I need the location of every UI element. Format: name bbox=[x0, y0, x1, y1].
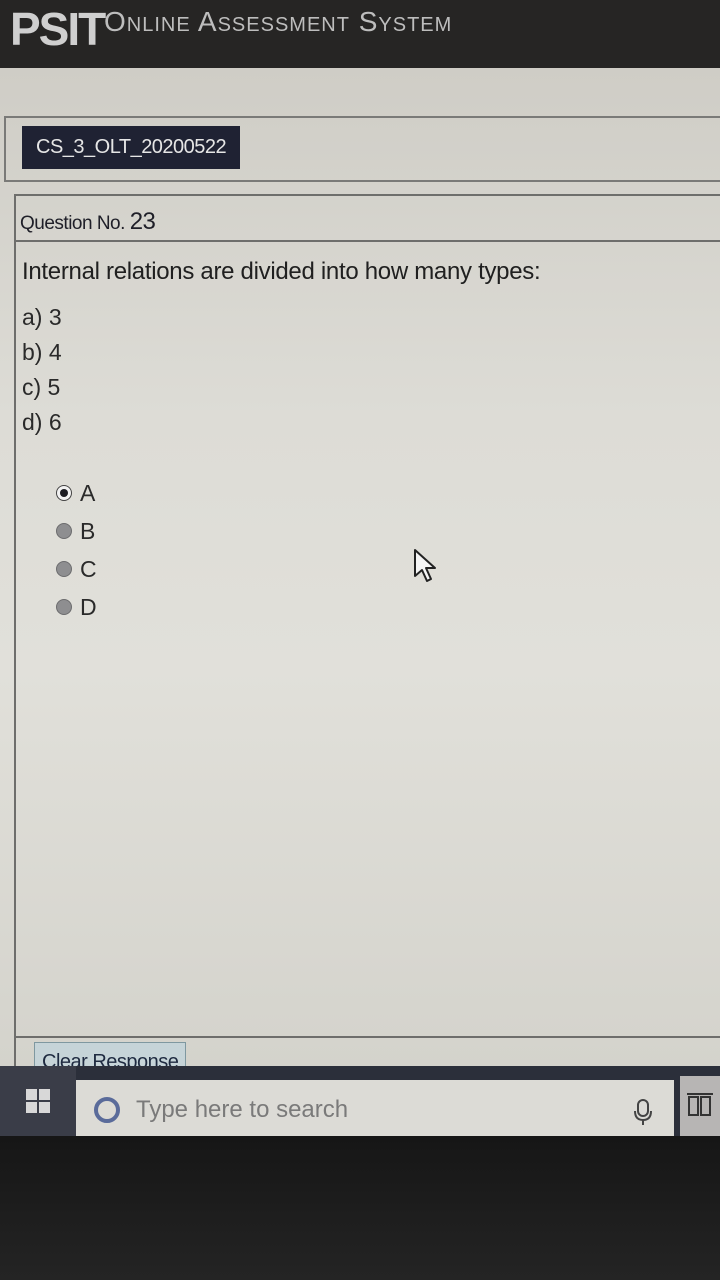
question-panel: Question No. 23 Internal relations are d… bbox=[14, 194, 720, 1038]
option-a[interactable]: A bbox=[56, 474, 97, 512]
microphone-icon[interactable] bbox=[632, 1098, 654, 1126]
question-number-label: Question No. bbox=[20, 213, 125, 234]
answer-options: A B C D bbox=[56, 474, 97, 626]
option-c-label: C bbox=[80, 555, 97, 582]
choice-list: a) 3 b) 4 c) 5 d) 6 bbox=[22, 300, 62, 440]
task-view-icon bbox=[687, 1093, 713, 1116]
windows-logo-icon bbox=[26, 1089, 50, 1113]
app-header: PSIT Online Assessment System bbox=[0, 0, 720, 68]
test-id-badge: CS_3_OLT_20200522 bbox=[22, 126, 241, 169]
taskbar: Type here to search bbox=[0, 1066, 720, 1140]
test-info-bar: CS_3_OLT_20200522 bbox=[4, 116, 720, 182]
radio-d[interactable] bbox=[56, 599, 72, 615]
start-button[interactable] bbox=[0, 1066, 76, 1136]
question-number-row: Question No. 23 bbox=[16, 196, 720, 242]
option-b-label: B bbox=[80, 517, 96, 544]
assessment-page: CS_3_OLT_20200522 Question No. 23 Intern… bbox=[0, 68, 720, 1112]
question-number: Question No. 23 bbox=[20, 208, 156, 236]
task-view-button[interactable] bbox=[680, 1076, 720, 1136]
option-b[interactable]: B bbox=[56, 512, 97, 550]
question-number-value: 23 bbox=[129, 208, 156, 235]
radio-b[interactable] bbox=[56, 523, 72, 539]
question-text: Internal relations are divided into how … bbox=[22, 258, 541, 285]
search-circle-icon bbox=[94, 1097, 120, 1123]
option-a-label: A bbox=[80, 479, 96, 506]
choice-d: d) 6 bbox=[22, 409, 62, 435]
mouse-cursor-icon bbox=[414, 549, 436, 582]
system-title: Online Assessment System bbox=[104, 6, 453, 37]
screen: PSIT Online Assessment System CS_3_OLT_2… bbox=[0, 0, 720, 1280]
brand-logo: PSIT bbox=[10, 3, 106, 55]
choice-a: a) 3 bbox=[22, 304, 62, 330]
choice-b: b) 4 bbox=[22, 339, 62, 365]
monitor-bezel bbox=[0, 1136, 720, 1280]
option-d[interactable]: D bbox=[56, 588, 97, 626]
radio-a[interactable] bbox=[56, 485, 72, 501]
option-c[interactable]: C bbox=[56, 550, 97, 588]
search-placeholder: Type here to search bbox=[136, 1096, 349, 1123]
choice-c: c) 5 bbox=[22, 374, 61, 400]
option-d-label: D bbox=[80, 593, 97, 620]
taskbar-search-box[interactable]: Type here to search bbox=[76, 1080, 674, 1140]
radio-c[interactable] bbox=[56, 561, 72, 577]
